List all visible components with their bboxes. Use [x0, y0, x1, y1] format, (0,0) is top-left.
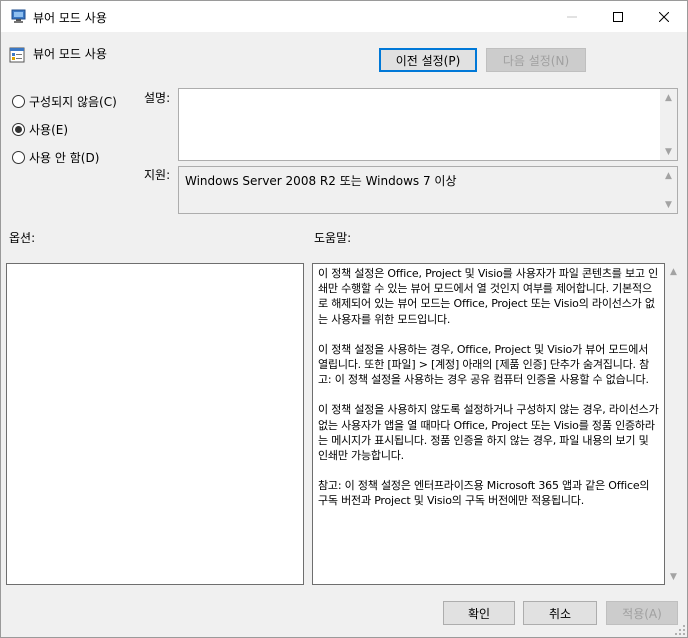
- minimize-icon: [567, 16, 577, 17]
- radio-label: 구성되지 않음(C): [29, 95, 117, 109]
- description-label: 설명:: [144, 91, 171, 105]
- help-scrollbar[interactable]: ▲ ▼: [665, 263, 682, 585]
- description-textbox[interactable]: ▲ ▼: [178, 88, 678, 161]
- window-title: 뷰어 모드 사용: [33, 11, 107, 25]
- help-paragraph: 이 정책 설정은 Office, Project 및 Visio를 사용자가 파…: [318, 267, 659, 326]
- options-label: 옵션:: [9, 231, 36, 245]
- policy-window-icon: [11, 9, 26, 23]
- maximize-icon: [613, 11, 623, 22]
- help-paragraph: 이 정책 설정을 사용하지 않도록 설정하거나 구성하지 않는 경우, 라이선스…: [318, 403, 659, 463]
- options-panel: [6, 263, 304, 585]
- supported-value: Windows Server 2008 R2 또는 Windows 7 이상: [185, 174, 457, 188]
- scroll-up-icon[interactable]: ▲: [660, 89, 677, 106]
- policy-dialog: 뷰어 모드 사용 뷰어 모드 사용 이전 설정(P) 다음 설정(N) 구성되지…: [0, 0, 688, 638]
- supported-scrollbar[interactable]: ▲ ▼: [660, 167, 677, 213]
- radio-not-configured[interactable]: 구성되지 않음(C): [12, 93, 117, 110]
- apply-button[interactable]: 적용(A): [606, 601, 678, 625]
- help-panel: 이 정책 설정은 Office, Project 및 Visio를 사용자가 파…: [312, 263, 665, 585]
- scroll-up-icon[interactable]: ▲: [660, 167, 677, 184]
- next-setting-button[interactable]: 다음 설정(N): [486, 48, 586, 72]
- scroll-down-icon[interactable]: ▼: [665, 568, 682, 585]
- previous-setting-button[interactable]: 이전 설정(P): [379, 48, 477, 72]
- title-bar[interactable]: 뷰어 모드 사용: [1, 1, 687, 32]
- help-paragraph: 이 정책 설정을 사용하는 경우, Office, Project 및 Visi…: [318, 342, 650, 387]
- policy-title: 뷰어 모드 사용: [33, 47, 107, 61]
- close-icon: [659, 11, 669, 22]
- help-paragraph: 참고: 이 정책 설정은 엔터프라이즈용 Microsoft 365 앱과 같은…: [318, 479, 650, 508]
- radio-label: 사용 안 함(D): [29, 151, 100, 165]
- close-button[interactable]: [641, 1, 687, 32]
- maximize-button[interactable]: [595, 1, 641, 32]
- radio-disabled[interactable]: 사용 안 함(D): [12, 149, 99, 166]
- resize-grip-icon[interactable]: [675, 625, 685, 635]
- cancel-button[interactable]: 취소: [523, 601, 597, 625]
- radio-circle[interactable]: [12, 123, 25, 136]
- radio-label: 사용(E): [29, 123, 69, 137]
- supported-label: 지원:: [144, 168, 171, 182]
- radio-circle[interactable]: [12, 95, 25, 108]
- minimize-button[interactable]: [549, 1, 595, 32]
- scroll-down-icon[interactable]: ▼: [660, 143, 677, 160]
- radio-selected-dot: [15, 126, 22, 133]
- help-label: 도움말:: [314, 231, 352, 245]
- policy-setting-icon: [9, 47, 25, 63]
- description-scrollbar[interactable]: ▲ ▼: [660, 89, 677, 160]
- ok-button[interactable]: 확인: [443, 601, 515, 625]
- radio-enabled[interactable]: 사용(E): [12, 121, 68, 138]
- supported-textbox[interactable]: Windows Server 2008 R2 또는 Windows 7 이상 ▲…: [178, 166, 678, 214]
- scroll-down-icon[interactable]: ▼: [660, 196, 677, 213]
- radio-circle[interactable]: [12, 151, 25, 164]
- scroll-up-icon[interactable]: ▲: [665, 263, 682, 280]
